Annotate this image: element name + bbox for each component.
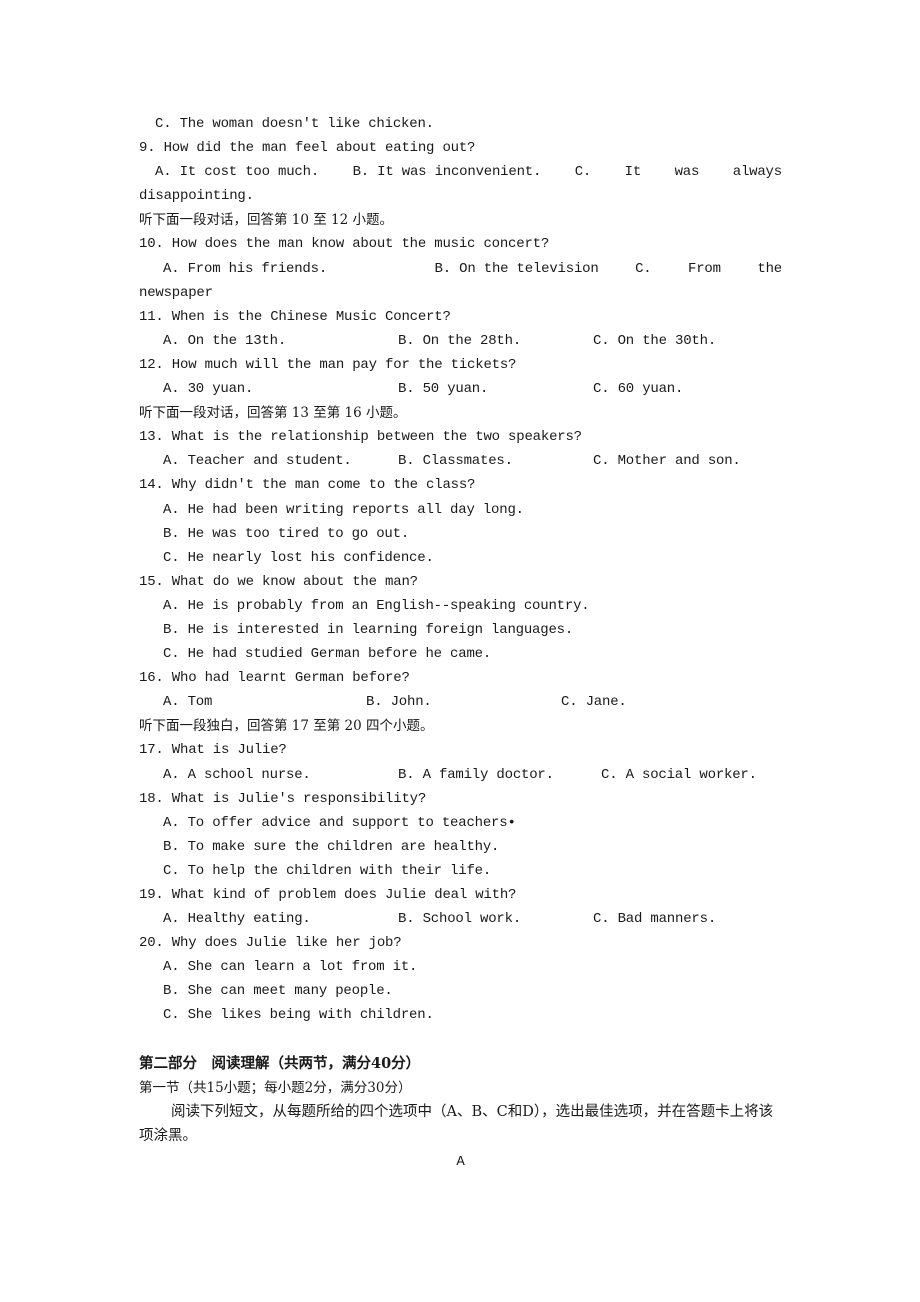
q19-options: A. Healthy eating. B. School work. C. Ba… [139,907,782,931]
q12-stem: 12. How much will the man pay for the ti… [139,356,517,373]
q9-option-c-word: always [732,164,782,181]
q16-option-c: C. Jane. [561,694,627,711]
q10-option-c-continued: newspaper [139,284,213,301]
q13-option-a: A. Teacher and student. [163,453,352,470]
q9-option-c-continued: disappointing. [139,188,254,205]
q19-stem: 19. What kind of problem does Julie deal… [139,887,517,903]
q13-options: A. Teacher and student. B. Classmates. C… [139,449,782,473]
q11-options: A. On the 13th. B. On the 28th. C. On th… [139,329,782,353]
q10-option-c-word: From [688,260,721,277]
q8-option-c: C. The woman doesn't like chicken. [155,116,434,132]
q15-stem: 15. What do we know about the man? [139,573,418,590]
q15-option-c: C. He had studied German before he came. [163,646,492,663]
q14-stem: 14. Why didn't the man come to the class… [139,477,476,494]
q9-option-c-word: was [674,164,700,181]
q10-option-c-word: the [757,260,782,277]
q19-option-c: C. Bad manners. [593,911,717,928]
q18-option-c: C. To help the children with their life. [163,862,492,879]
q19-option-b: B. School work. [398,911,522,928]
q17-stem: 17. What is Julie? [139,742,287,759]
instruction-17-20: 听下面一段独白，回答第 17 至第 20 四个小题。 [139,718,434,735]
q14-option-b: B. He was too tired to go out. [163,525,410,542]
q18-option-b: B. To make sure the children are healthy… [163,838,500,855]
q19-option-a: A. Healthy eating. [163,911,311,928]
q14-option-a: A. He had been writing reports all day l… [163,501,524,518]
q13-option-b: B. Classmates. [398,453,513,470]
q18-option-a: A. To offer advice and support to teache… [163,814,516,831]
q9-options: A. It cost too much. B. It was inconveni… [139,160,782,184]
q10-stem: 10. How does the man know about the musi… [139,236,550,253]
q18-stem: 18. What is Julie's responsibility? [139,790,427,807]
q20-option-b: B. She can meet many people. [163,983,393,1000]
q15-option-b: B. He is interested in learning foreign … [163,621,574,638]
q13-option-c: C. Mother and son. [593,453,741,470]
section-one-title: 第一节（共15小题；每小题2分，满分30分） [139,1079,412,1096]
q16-option-a: A. Tom [163,694,213,711]
q12-options: A. 30 yuan. B. 50 yuan. C. 60 yuan. [139,377,782,401]
q10-option-c-word: C. [635,260,652,277]
q20-option-a: A. She can learn a lot from it. [163,959,418,976]
q13-stem: 13. What is the relationship between the… [139,429,582,446]
instruction-13-16: 听下面一段对话，回答第 13 至第 16 小题。 [139,405,407,422]
q10-option-b: B. On the television [434,260,599,277]
q11-option-b: B. On the 28th. [398,332,522,349]
q11-stem: 11. When is the Chinese Music Concert? [139,308,451,325]
part-two-title: 第二部分 阅读理解（共两节，满分40分） [139,1054,421,1072]
passage-label: A [456,1153,465,1170]
q20-option-c: C. She likes being with children. [163,1007,434,1024]
q16-stem: 16. Who had learnt German before? [139,670,410,687]
q12-option-a: A. 30 yuan. [163,381,254,398]
q16-options: A. Tom B. John. C. Jane. [139,690,782,714]
q15-option-a: A. He is probably from an English--speak… [163,597,590,614]
q9-option-c-word: It [624,164,642,181]
q12-option-c: C. 60 yuan. [593,381,684,398]
q20-stem: 20. Why does Julie like her job? [139,935,402,952]
instruction-10-12: 听下面一段对话，回答第 10 至 12 小题。 [139,212,394,229]
q17-option-a: A. A school nurse. [163,766,311,783]
q9-option-a: A. It cost too much. [155,164,320,181]
q17-option-c: C. A social worker. [601,766,757,783]
q11-option-a: A. On the 13th. [163,332,287,349]
reading-instructions: 阅读下列短文，从每题所给的四个选项中（A、B、C和D），选出最佳选项，并在答题卡… [139,1103,774,1144]
q9-option-c-word: C. [574,164,592,181]
q9-option-b: B. It was inconvenient. [352,164,542,181]
exam-page: C. The woman doesn't like chicken. 9. Ho… [139,112,782,1174]
q11-option-c: C. On the 30th. [593,332,717,349]
q10-option-a: A. From his friends. [163,260,328,277]
q16-option-b: B. John. [366,694,432,711]
q14-option-c: C. He nearly lost his confidence. [163,549,434,566]
q10-options: A. From his friends. B. On the televisio… [139,257,782,281]
q17-option-b: B. A family doctor. [398,766,554,783]
q17-options: A. A school nurse. B. A family doctor. C… [139,763,782,787]
q12-option-b: B. 50 yuan. [398,381,489,398]
q9-stem: 9. How did the man feel about eating out… [139,140,476,157]
